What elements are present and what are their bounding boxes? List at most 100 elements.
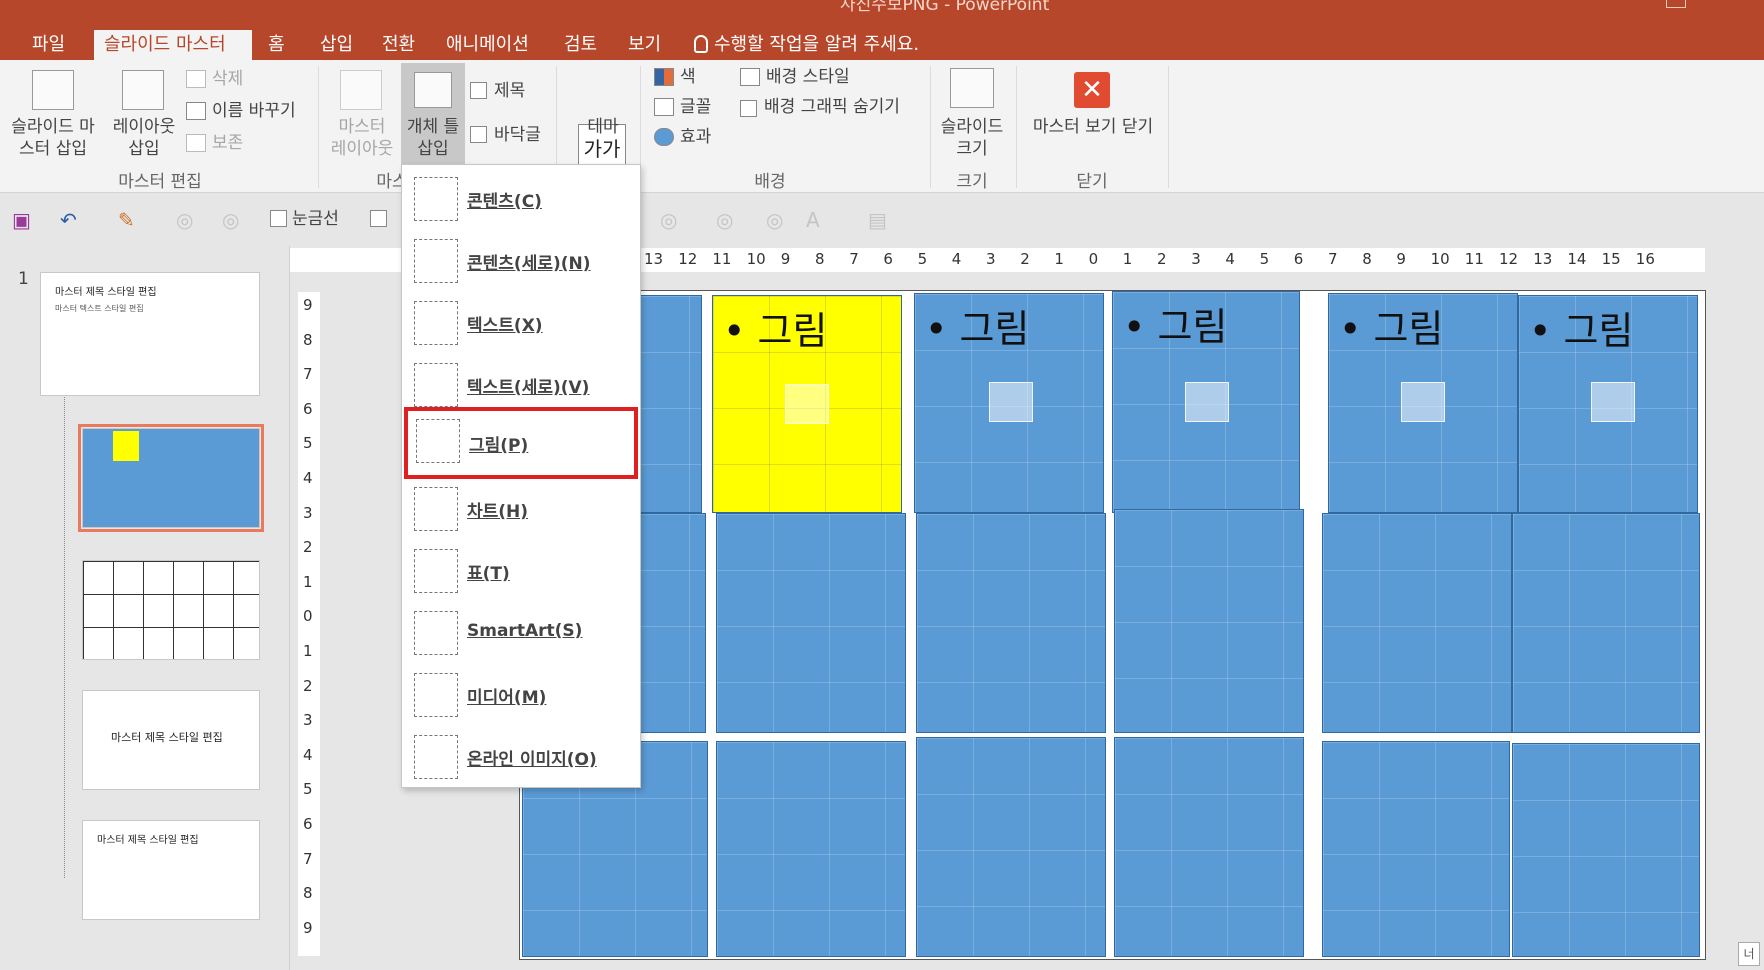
tell-me-box[interactable]: 수행할 작업을 알려 주세요. [684,30,929,60]
tab-view[interactable]: 보기 [618,30,671,60]
menu-item-picture[interactable]: 그림(P) [404,407,638,479]
powerpoint-window: { "window": { "title": "사진수보PNG - PowerP… [0,0,1764,970]
master-layout-label-2: 레이아웃 [330,139,394,159]
menu-item-label: 텍스트(세로)(V) [467,378,590,398]
tab-review[interactable]: 검토 [554,30,607,60]
tab-animations[interactable]: 애니메이션 [436,30,539,60]
save-icon[interactable]: ▣ [12,208,31,232]
picture-placeholder[interactable] [1322,741,1510,957]
shape-icon[interactable]: ◎ [222,208,239,232]
clipboard-icon[interactable]: ▤ [868,208,887,232]
ruler-tick: 3 [986,250,996,268]
menu-item-content[interactable]: 콘텐츠(C) [402,169,642,231]
text-effects-icon[interactable]: A [806,208,820,232]
group-background: 배경 [754,172,786,192]
ruler-tick: 6 [883,250,893,268]
preserve-button[interactable]: 보존 [212,132,243,154]
shape-icon[interactable]: ◎ [176,208,193,232]
placeholder-grid-icon [414,72,452,108]
slide-size-label-2: 크기 [956,139,988,159]
close-master-view-button[interactable]: 마스터 보기 닫기 [1018,116,1168,138]
theme-button[interactable]: 테마 [578,116,628,138]
picture-placeholder[interactable] [916,737,1106,957]
insert-layout-button[interactable]: 레이아웃 삽입 [104,116,184,160]
menu-item-chart[interactable]: 차트(H) [402,479,642,541]
menu-item-content-vertical[interactable]: 콘텐츠(세로)(N) [402,231,642,293]
insert-master-label-2: 스터 삽입 [19,139,87,159]
picture-placeholder[interactable] [916,513,1106,733]
picture-placeholder-selected[interactable]: • 그림 [712,295,902,513]
close-icon: ✕ [1074,72,1110,108]
placeholder-label: • 그림 [723,309,828,353]
tab-transitions[interactable]: 전환 [372,30,425,60]
thumbnail-connector [64,362,65,878]
ruler-tick: 8 [1362,250,1372,268]
picture-icon [1401,382,1445,422]
ruler-tick: 14 [1567,250,1587,268]
picture-placeholder[interactable] [1114,737,1304,957]
menu-item-online-image[interactable]: 온라인 이미지(O) [402,727,642,789]
quick-access-toolbar: ▣ ↶ ✎ ◎ ◎ 눈금선 ◎ ◎ ◎ A ▤ [0,194,1764,246]
picture-placeholder[interactable] [1512,743,1700,957]
undo-icon[interactable]: ↶ [60,208,77,232]
thumbnail-title: 마스터 제목 스타일 편집 [55,287,157,298]
vertical-ruler: 9 8 7 6 5 4 3 2 1 0 1 2 3 4 5 6 7 8 9 [298,292,320,956]
menu-item-text[interactable]: 텍스트(X) [402,293,642,355]
picture-placeholder[interactable]: • 그림 [1112,291,1300,513]
text-placeholder-icon [414,301,458,345]
picture-placeholder[interactable] [716,513,906,733]
colors-button[interactable]: 색 [680,66,696,88]
format-painter-icon[interactable]: ✎ [118,208,135,232]
ruler-tick: 1 [1122,250,1133,268]
picture-placeholder[interactable] [1322,513,1512,733]
slide-master-thumbnail[interactable]: 마스터 제목 스타일 편집 마스터 텍스트 스타일 편집 [40,272,260,396]
restore-icon[interactable] [1666,0,1686,8]
shape-icon[interactable]: ◎ [716,208,733,232]
effects-button[interactable]: 효과 [680,126,711,148]
title-checkbox[interactable] [470,82,487,99]
master-layout-button[interactable]: 마스터 레이아웃 [326,116,398,160]
placeholder-label: • 그림 [1123,305,1228,349]
slide-size-button[interactable]: 슬라이드 크기 [932,116,1012,160]
picture-placeholder[interactable] [1512,513,1700,733]
slide-size-label-1: 슬라이드 [940,117,1004,137]
content-vertical-icon [414,239,458,283]
background-styles-button[interactable]: 배경 스타일 [766,66,850,88]
tab-home[interactable]: 홈 [258,30,295,60]
tab-slide-master[interactable]: 슬라이드 마스터 [94,30,252,60]
picture-placeholder[interactable]: • 그림 [1328,293,1518,513]
guides-checkbox[interactable] [370,210,387,227]
gridlines-checkbox[interactable] [270,210,287,227]
ruler-tick: 6 [1293,250,1304,268]
menu-item-label: 그림(P) [469,436,529,456]
menu-item-table[interactable]: 표(T) [402,541,642,603]
master-layout-icon [340,70,382,110]
menu-item-smartart[interactable]: SmartArt(S) [402,603,642,665]
rename-button[interactable]: 이름 바꾸기 [212,100,296,122]
footer-checkbox[interactable] [470,126,487,143]
tab-file[interactable]: 파일 [22,30,75,60]
background-styles-icon [740,68,760,86]
picture-placeholder[interactable] [716,741,906,957]
hide-background-checkbox[interactable] [740,100,757,117]
picture-placeholder[interactable] [1114,509,1304,733]
menu-item-media[interactable]: 미디어(M) [402,665,642,727]
insert-slide-master-button[interactable]: 슬라이드 마 스터 삽입 [4,116,102,160]
layout-thumbnail-content[interactable]: 마스터 제목 스타일 편집 [82,820,260,920]
ruler-tick: 8 [303,330,313,349]
layout-thumbnail-title[interactable]: 마스터 제목 스타일 편집 [82,690,260,790]
shape-icon[interactable]: ◎ [660,208,677,232]
layout-thumbnail-selected[interactable] [78,424,264,532]
layout-thumbnail-grid[interactable] [82,560,260,660]
delete-button[interactable]: 삭제 [212,68,243,90]
ruler-tick: 1 [303,642,313,660]
picture-placeholder[interactable]: • 그림 [1518,295,1698,513]
table-placeholder-icon [414,549,458,593]
ribbon-separator [1168,66,1169,188]
picture-placeholder[interactable]: • 그림 [914,293,1104,513]
tab-insert[interactable]: 삽입 [310,30,363,60]
fonts-button[interactable]: 글꼴 [680,96,711,118]
shape-icon[interactable]: ◎ [766,208,783,232]
ruler-tick: 7 [303,849,313,868]
picture-icon [1591,382,1635,422]
